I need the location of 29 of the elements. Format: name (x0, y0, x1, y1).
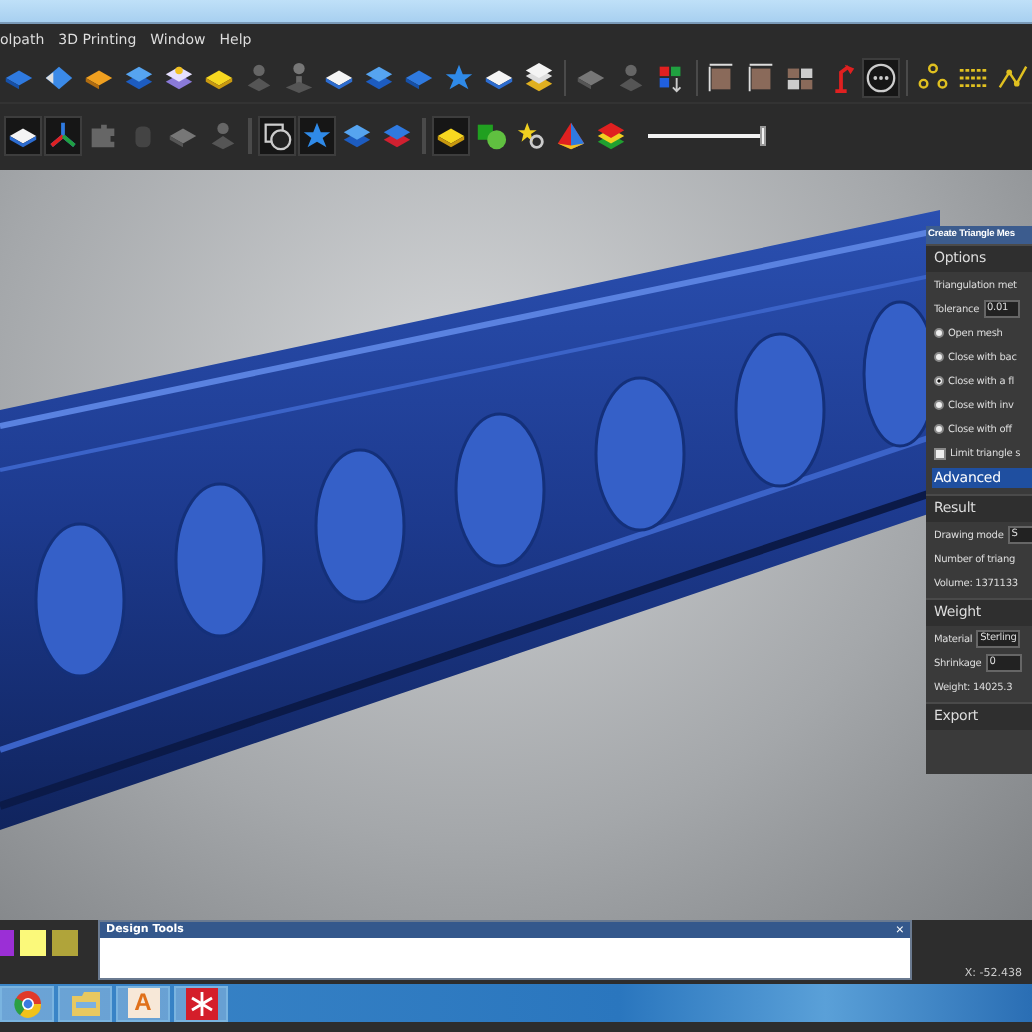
radio-button[interactable] (934, 352, 944, 362)
color-swatch[interactable] (20, 930, 46, 956)
toolbar-button[interactable] (258, 116, 296, 156)
taskbar-button[interactable] (174, 985, 228, 1021)
color-swatch[interactable] (52, 930, 78, 956)
app-logo: A (127, 988, 159, 1018)
figure-icon (206, 118, 240, 154)
zoom-slider[interactable] (648, 126, 772, 146)
pyramid-icon (554, 118, 588, 154)
radio-button[interactable] (934, 400, 944, 410)
snowflake-icon (185, 987, 217, 1019)
toolbar-button[interactable] (862, 58, 901, 98)
checkbox[interactable] (934, 447, 946, 459)
radio-button[interactable] (934, 376, 944, 386)
toolbar-button[interactable] (4, 116, 42, 156)
figure-icon (242, 60, 276, 96)
circle-icon (260, 118, 294, 154)
layers-icon (522, 60, 556, 96)
star-icon (514, 118, 548, 154)
slider-thumb[interactable] (760, 126, 766, 146)
browser-icon (13, 989, 41, 1017)
circle-icon (864, 60, 899, 96)
pin-icon (282, 60, 316, 96)
radio-button[interactable] (934, 328, 944, 338)
taskbar-button[interactable] (0, 985, 54, 1021)
layers-icon (594, 118, 628, 154)
toolbar-button[interactable] (432, 116, 470, 156)
folder-icon (69, 989, 101, 1017)
radio-button[interactable] (934, 424, 944, 434)
